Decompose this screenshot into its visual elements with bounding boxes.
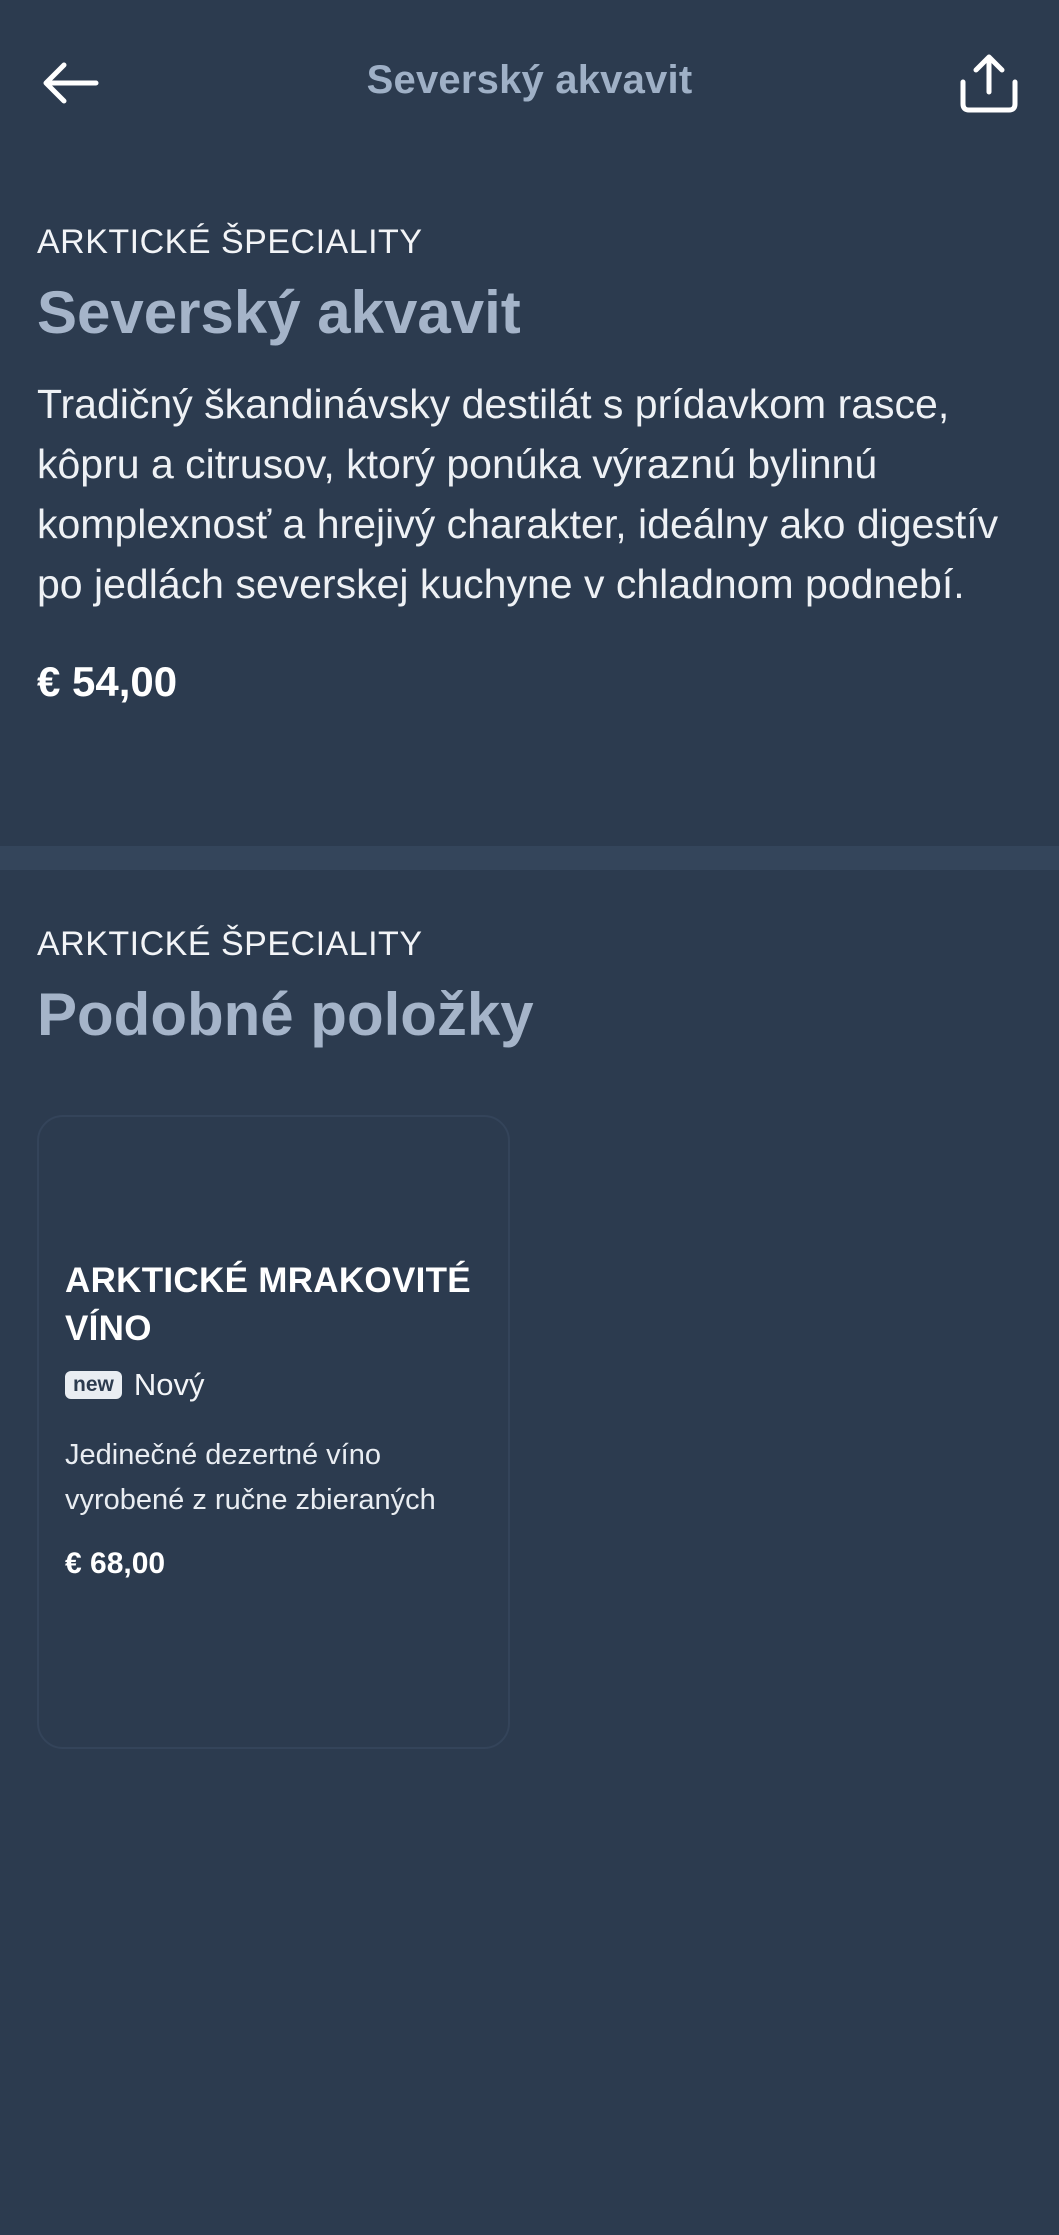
arrow-left-icon [40, 61, 100, 110]
similar-item-name: ARKTICKÉ MRAKOVITÉ VÍNO [65, 1261, 471, 1348]
back-button[interactable] [30, 45, 110, 125]
product-price: € 54,00 [37, 658, 178, 705]
product-description: Tradičný škandinávsky destilát s prídavk… [37, 381, 999, 607]
similar-title: Podobné položky [37, 981, 534, 1048]
similar-items-section: ARKTICKÉ ŠPECIALITY Podobné položky ARKT… [0, 870, 1059, 1749]
share-button[interactable] [949, 45, 1029, 125]
section-divider [0, 846, 1059, 870]
product-name: Severský akvavit [37, 279, 521, 346]
new-badge-label: Nový [133, 1367, 205, 1402]
app-screen: Severský akvavit ARKTICKÉ ŠPECIALITY Sev… [0, 0, 1059, 2235]
share-icon [958, 52, 1020, 119]
product-detail: ARKTICKÉ ŠPECIALITY Severský akvavit Tra… [0, 170, 1059, 846]
badge-row: new Nový [65, 1367, 482, 1403]
product-category: ARKTICKÉ ŠPECIALITY [37, 223, 423, 261]
similar-item-card[interactable]: ARKTICKÉ MRAKOVITÉ VÍNO new Nový Jedineč… [37, 1115, 510, 1749]
page-title: Severský akvavit [366, 58, 693, 102]
new-badge: new [65, 1371, 122, 1399]
similar-category: ARKTICKÉ ŠPECIALITY [37, 925, 423, 963]
top-bar: Severský akvavit [0, 0, 1059, 170]
similar-item-description: Jedinečné dezertné víno vyrobené z ručne… [65, 1439, 436, 1516]
similar-item-price: € 68,00 [65, 1547, 166, 1580]
